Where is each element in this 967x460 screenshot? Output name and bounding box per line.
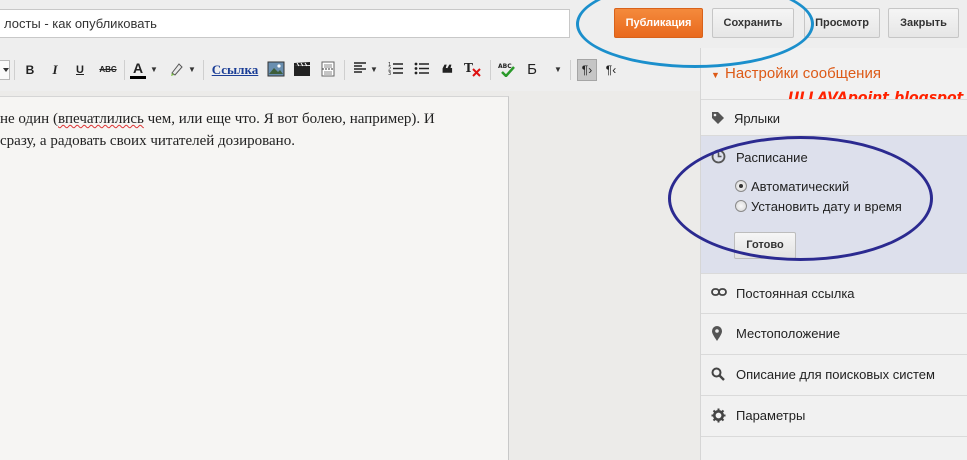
- sidebar-item-labels[interactable]: Ярлыки: [701, 99, 967, 135]
- text-color-button[interactable]: A: [130, 61, 146, 79]
- link-icon: [711, 286, 727, 301]
- font-size-dropdown[interactable]: [0, 60, 10, 80]
- bulleted-list-icon: [414, 62, 429, 75]
- video-icon: [294, 62, 310, 76]
- post-settings-title: Настройки сообщения: [725, 65, 881, 82]
- spellcheck-button[interactable]: ABC: [497, 61, 517, 79]
- post-settings-header[interactable]: ▼ Настройки сообщения: [711, 65, 881, 85]
- text-color-swatch: [130, 76, 146, 79]
- post-editor[interactable]: не один (впечатлились чем, или еще что. …: [0, 96, 509, 460]
- clear-format-icon: T: [464, 61, 481, 77]
- sidebar-item-permalink[interactable]: Постоянная ссылка: [701, 273, 967, 313]
- annotation-ellipse-schedule: [668, 136, 933, 261]
- tag-icon: [711, 111, 725, 128]
- gear-icon: [711, 408, 726, 426]
- close-button[interactable]: Закрыть: [888, 8, 959, 38]
- editor-text-line: не один (впечатлились чем, или еще что. …: [0, 111, 435, 128]
- svg-text:T: T: [464, 61, 473, 75]
- chevron-down-icon[interactable]: ▼: [369, 61, 379, 79]
- ltr-paragraph-button[interactable]: ¶›: [577, 59, 597, 81]
- input-language-button[interactable]: Б: [524, 61, 540, 79]
- chevron-down-icon[interactable]: ▼: [187, 61, 197, 79]
- editor-text: не один (: [0, 111, 58, 127]
- numbered-list-button[interactable]: 123: [387, 61, 405, 79]
- quote-button[interactable]: ❝: [438, 61, 456, 86]
- underline-button[interactable]: U: [72, 61, 88, 79]
- bulleted-list-button[interactable]: [413, 61, 431, 79]
- search-icon: [711, 367, 725, 384]
- sidebar-item-search-description[interactable]: Описание для поисковых систем: [701, 354, 967, 395]
- sidebar-item-label: Ярлыки: [734, 111, 781, 126]
- insert-link-button[interactable]: Ссылка: [211, 61, 259, 79]
- toolbar-separator: [570, 60, 571, 80]
- spellcheck-icon: ABC: [498, 63, 515, 77]
- svg-text:ABC: ABC: [498, 63, 512, 70]
- strikethrough-button[interactable]: ABC: [97, 61, 119, 79]
- paragraph-ltr-icon: ¶›: [581, 63, 593, 77]
- editor-text: чем, или еще что. Я вот болею, например)…: [143, 111, 435, 127]
- italic-button[interactable]: I: [47, 61, 63, 79]
- sidebar-divider: [701, 436, 967, 460]
- editor-toolbar: B I U ABC A ▼ ▼ Ссылка ▼ 123 ❝ T ABC Б ▼…: [0, 48, 700, 91]
- toolbar-separator: [490, 60, 491, 80]
- image-icon: [267, 61, 285, 77]
- toolbar-separator: [124, 60, 125, 80]
- numbered-list-icon: 123: [388, 62, 403, 75]
- bold-button[interactable]: B: [22, 61, 38, 79]
- post-title-input[interactable]: [0, 9, 570, 38]
- insert-jump-break-button[interactable]: [318, 61, 338, 79]
- top-bar: Публикация Сохранить Просмотр Закрыть: [0, 0, 967, 48]
- sidebar-item-options[interactable]: Параметры: [701, 395, 967, 436]
- sidebar-item-label: Постоянная ссылка: [736, 286, 855, 301]
- chevron-down-icon[interactable]: ▼: [553, 61, 563, 79]
- sidebar-item-label: Описание для поисковых систем: [736, 367, 935, 382]
- toolbar-separator: [203, 60, 204, 80]
- preview-button[interactable]: Просмотр: [804, 8, 880, 38]
- remove-formatting-button[interactable]: T: [463, 61, 483, 79]
- toolbar-separator: [14, 60, 15, 80]
- collapse-arrow-icon: ▼: [711, 70, 720, 80]
- highlight-color-button[interactable]: [168, 61, 186, 79]
- chevron-down-icon[interactable]: ▼: [149, 61, 159, 79]
- editor-text-line: сразу, а радовать своих читателей дозиро…: [0, 133, 295, 149]
- jump-break-icon: [321, 61, 335, 77]
- align-left-icon: [354, 62, 366, 73]
- sidebar-item-location[interactable]: Местоположение: [701, 313, 967, 354]
- rtl-paragraph-button[interactable]: ¶‹: [601, 61, 621, 79]
- highlighter-icon: [171, 63, 183, 76]
- sidebar-item-label: Местоположение: [736, 326, 841, 341]
- svg-text:3: 3: [388, 71, 391, 75]
- map-pin-icon: [711, 326, 723, 345]
- insert-image-button[interactable]: [266, 61, 286, 79]
- align-button[interactable]: [351, 61, 369, 79]
- toolbar-separator: [344, 60, 345, 80]
- sidebar-item-label: Параметры: [736, 408, 806, 423]
- misspelled-word: впечатлились: [57, 111, 144, 127]
- insert-video-button[interactable]: [292, 61, 312, 79]
- text-color-label: A: [132, 60, 144, 76]
